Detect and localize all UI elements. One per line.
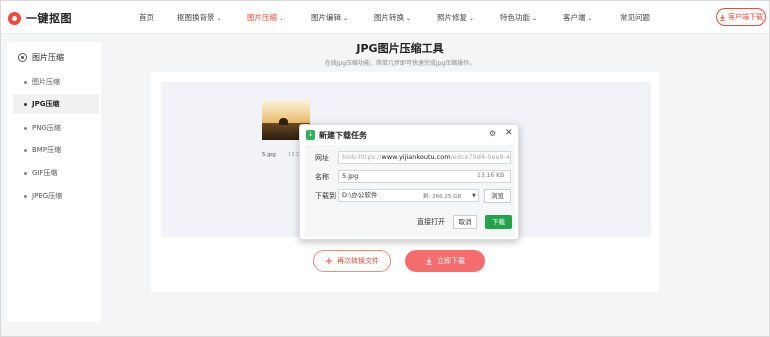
file-size: 13.1 xyxy=(288,152,300,158)
page-subtitle: 在线jpg压缩功能，简单几步即可快速完成jpg压缩操作。 xyxy=(324,60,476,67)
browse-button[interactable]: 浏览 xyxy=(484,189,511,203)
chevron-down-icon: ⌄ xyxy=(216,15,222,22)
chevron-down-icon[interactable]: ▼ xyxy=(472,193,476,199)
sidebar-title: 图片压缩 xyxy=(18,52,64,63)
chevron-down-icon: ⌄ xyxy=(532,15,538,22)
bullet-icon xyxy=(24,194,27,198)
bullet-icon xyxy=(24,102,27,106)
chevron-down-icon: ⌄ xyxy=(469,15,475,22)
sidebar-item-image-compress[interactable]: 图片压缩 xyxy=(13,72,99,92)
download-icon xyxy=(426,257,432,265)
file-name: 5.jpg xyxy=(262,152,276,158)
logo-icon xyxy=(8,11,21,25)
sidebar-item-jpg-compress[interactable]: JPG压缩 xyxy=(13,94,99,114)
nav-item-edit[interactable]: 图片编辑 ⌄ xyxy=(311,12,348,23)
page-title: JPG图片压缩工具 xyxy=(356,42,444,55)
compress-icon xyxy=(18,53,27,62)
nav-item-home[interactable]: 首页 xyxy=(139,12,154,23)
download-manager-icon: ↓ xyxy=(306,130,315,140)
bullet-icon xyxy=(24,80,27,84)
url-field[interactable]: blob:https://www.yijiankoutu.com/edce79d… xyxy=(338,151,511,164)
open-directly-button[interactable]: 直接打开 xyxy=(417,217,445,227)
nav-item-convert[interactable]: 图片转换 ⌄ xyxy=(374,12,411,23)
nav-item-background[interactable]: 抠图换背景 ⌄ xyxy=(177,12,222,23)
sidebar-item-png-compress[interactable]: PNG压缩 xyxy=(13,118,99,138)
url-label: 网址 xyxy=(315,154,329,162)
top-navigation: 一键抠图 首页 抠图换背景 ⌄ 图片压缩 ⌄ 图片编辑 ⌄ 图片转换 ⌄ 照片修复 ⌄ 特… xyxy=(0,0,770,34)
client-download-button[interactable]: 客户端下载 xyxy=(716,8,766,26)
bullet-icon xyxy=(24,126,27,130)
gear-icon[interactable]: ⚙ xyxy=(489,129,496,138)
sidebar-item-gif-compress[interactable]: GIF压缩 xyxy=(13,163,99,183)
brand-name: 一键抠图 xyxy=(26,12,72,25)
dialog-body: 网址 blob:https://www.yijiankoutu.com/edce… xyxy=(305,145,515,237)
nav-item-client[interactable]: 客户端 ⌄ xyxy=(563,12,593,23)
download-task-dialog: ↓ 新建下载任务 ⚙ ✕ 网址 blob:https://www.yijiank… xyxy=(299,124,519,240)
dialog-title: 新建下载任务 xyxy=(319,131,367,140)
nav-item-repair[interactable]: 照片修复 ⌄ xyxy=(437,12,474,23)
nav-item-faq[interactable]: 常见问题 xyxy=(620,12,650,23)
chevron-down-icon: ⌄ xyxy=(343,15,349,22)
name-file-size: 13.16 KB xyxy=(477,172,505,179)
chevron-down-icon: ⌄ xyxy=(406,15,412,22)
free-space-text: 剩: 266.25 GB xyxy=(423,194,462,200)
sidebar-item-bmp-compress[interactable]: BMP压缩 xyxy=(13,140,99,160)
brand-logo[interactable]: 一键抠图 xyxy=(8,10,72,26)
sidebar-item-jpeg-compress[interactable]: JPEG压缩 xyxy=(13,186,99,206)
cancel-button[interactable]: 取消 xyxy=(453,215,477,229)
download-icon xyxy=(720,14,725,21)
close-icon[interactable]: ✕ xyxy=(505,128,513,138)
bullet-icon xyxy=(24,171,27,175)
nav-item-compress[interactable]: 图片压缩 ⌄ xyxy=(247,12,284,23)
bullet-icon xyxy=(24,148,27,152)
chevron-down-icon: ⌄ xyxy=(587,15,593,22)
nav-item-features[interactable]: 特色功能 ⌄ xyxy=(500,12,537,23)
name-label: 名称 xyxy=(315,173,329,181)
path-label: 下载到 xyxy=(315,192,336,200)
sidebar: 图片压缩 图片压缩 JPG压缩 PNG压缩 BMP压缩 GIF压缩 JPEG压缩 xyxy=(7,42,101,322)
convert-again-button[interactable]: 再次转换文件 xyxy=(313,250,391,272)
download-button[interactable]: 下载 xyxy=(485,215,512,229)
plus-icon xyxy=(325,257,333,265)
download-now-button[interactable]: 立即下载 xyxy=(405,250,485,272)
chevron-down-icon: ⌄ xyxy=(279,15,285,22)
